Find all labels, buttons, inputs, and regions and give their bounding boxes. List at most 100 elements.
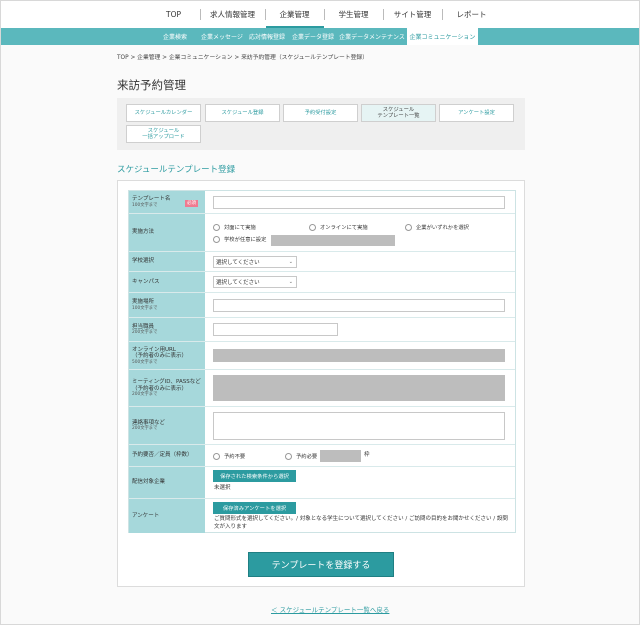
radio-dot [213, 223, 220, 231]
page-title: 来訪予約管理 [117, 78, 186, 92]
sub-nav-company-data-maintenance[interactable]: 企業データメンテナンス [337, 28, 407, 45]
label-method: 実施方法 [129, 214, 205, 251]
label-sub: 200文字まで [132, 392, 158, 397]
label-sub: 500文字まで [132, 359, 158, 365]
tab-label: スケジュール登録 [221, 110, 264, 116]
tab-schedule-template-list[interactable]: スケジュール テンプレート一覧 [361, 104, 436, 122]
form-panel: テンプレート名 100文字まで 必須 実施方法 対面にて実施 オンラインにて実施… [117, 180, 525, 587]
row-place: 実施場所 100文字まで [129, 293, 515, 318]
select-saved-survey-button[interactable]: 保存済みアンケートを選択 [213, 502, 296, 514]
tab-label: 予約受付設定 [304, 110, 337, 116]
survey-description-cont: 文が入ります [214, 524, 248, 530]
label-sub: 200文字まで [132, 426, 158, 432]
label-online-url: オンライン用URL （予約者のみに表示） 500文字まで [129, 342, 205, 369]
chevron-down-icon: ⌄ [288, 279, 293, 285]
school-setting-input[interactable] [271, 235, 395, 246]
label-sub: 200文字まで [132, 330, 158, 336]
tab-label: テンプレート一覧 [377, 113, 420, 119]
back-to-template-list-link[interactable]: ＜ スケジュールテンプレート一覧へ戻る [271, 604, 389, 614]
row-reservation: 予約要否／定員（枠数） 予約不要 予約必要 枠 [129, 445, 515, 467]
label-text: 予約要否／定員（枠数） [132, 452, 193, 459]
top-nav-jobs[interactable]: 求人情報管理 [201, 1, 265, 28]
sub-nav-company-communication[interactable]: 企業コミュニケーション [407, 28, 478, 45]
radio-label: 予約必要 [296, 454, 318, 460]
page-frame: TOP 求人情報管理 企業管理 学生管理 サイト管理 レポート 企業検索 企業メ… [0, 0, 640, 625]
top-nav-company[interactable]: 企業管理 [265, 1, 324, 28]
target-status: 未選択 [214, 485, 231, 491]
label-text: 配信対象企業 [132, 479, 166, 486]
select-value: 選択してください [216, 260, 260, 266]
school-select[interactable]: 選択してください ⌄ [213, 256, 297, 268]
label-notes: 連絡事項など 200文字まで [129, 407, 205, 444]
tab-schedule-calendar[interactable]: スケジュールカレンダー [126, 104, 201, 122]
radio-label: 企業がいずれかを選択 [416, 225, 469, 231]
radio-label: オンラインにて実施 [320, 225, 368, 231]
tab-schedule-bulk-upload[interactable]: スケジュール 一括アップロード [126, 125, 201, 143]
label-meeting: ミーティングID、PASSなど （予約者のみに表示） 200文字まで [129, 370, 205, 406]
select-saved-search-button[interactable]: 保存された検索条件から選択 [213, 470, 296, 482]
label-sub: 100文字まで [132, 305, 158, 311]
top-nav-top[interactable]: TOP [148, 1, 200, 28]
row-online-url: オンライン用URL （予約者のみに表示） 500文字まで [129, 342, 515, 370]
radio-dot [285, 452, 292, 460]
form-table: テンプレート名 100文字まで 必須 実施方法 対面にて実施 オンラインにて実施… [128, 190, 516, 533]
sub-nav-company-message[interactable]: 企業メッセージ [199, 28, 245, 45]
tab-label: 一括アップロード [142, 134, 185, 140]
staff-input[interactable] [213, 323, 338, 336]
row-school: 学校選択 選択してください ⌄ [129, 252, 515, 272]
radio-reservation-not-required[interactable]: 予約不要 [213, 452, 245, 460]
breadcrumb: TOP > 企業管理 > 企業コミュニケーション > 来訪予約管理（スケジュール… [117, 55, 369, 61]
top-nav: TOP 求人情報管理 企業管理 学生管理 サイト管理 レポート [1, 1, 639, 28]
radio-online[interactable]: オンラインにて実施 [309, 223, 368, 231]
chevron-down-icon: ⌄ [288, 259, 293, 265]
tab-label: スケジュールカレンダー [134, 110, 193, 116]
row-campus: キャンパス 選択してください ⌄ [129, 272, 515, 293]
radio-dot [309, 223, 316, 231]
label-text: 実施方法 [132, 229, 155, 236]
tabs-container: スケジュールカレンダー スケジュール登録 予約受付設定 スケジュール テンプレート… [117, 98, 525, 150]
label-staff: 担当職員 200文字まで [129, 318, 205, 341]
radio-school-setting[interactable]: 学校が任意に設定 [213, 235, 266, 243]
required-badge: 必須 [185, 200, 198, 207]
section-title: スケジュールテンプレート登録 [117, 165, 236, 175]
radio-company-choice[interactable]: 企業がいずれかを選択 [405, 223, 469, 231]
capacity-input[interactable] [320, 450, 361, 462]
top-nav-site[interactable]: サイト管理 [384, 1, 442, 28]
radio-in-person[interactable]: 対面にて実施 [213, 223, 256, 231]
template-name-input[interactable] [213, 196, 505, 209]
label-text: キャンパス [132, 278, 160, 285]
label-campus: キャンパス [129, 272, 205, 292]
tab-schedule-register[interactable]: スケジュール登録 [205, 104, 280, 122]
label-text: 学校選択 [132, 258, 155, 265]
row-survey: アンケート 保存済みアンケートを選択 ご質問形式を選択してください。/ 対象とな… [129, 499, 515, 533]
label-school: 学校選択 [129, 252, 205, 271]
label-reservation: 予約要否／定員（枠数） [129, 445, 205, 466]
sub-nav-response-register[interactable]: 応対情報登録 [245, 28, 289, 45]
sub-nav-company-data-register[interactable]: 企業データ登録 [289, 28, 337, 45]
campus-select[interactable]: 選択してください ⌄ [213, 276, 297, 288]
survey-description: ご質問形式を選択してください。/ 対象となる学生について選択してください / ご… [214, 516, 508, 522]
capacity-unit: 枠 [364, 452, 370, 458]
sub-nav-company-search[interactable]: 企業検索 [151, 28, 199, 45]
radio-dot [213, 452, 220, 460]
meeting-input[interactable] [213, 375, 505, 401]
select-value: 選択してください [216, 280, 260, 286]
radio-reservation-required[interactable]: 予約必要 [285, 452, 317, 460]
place-input[interactable] [213, 299, 505, 312]
label-survey: アンケート [129, 499, 205, 533]
tab-survey-settings[interactable]: アンケート設定 [439, 104, 514, 122]
sub-nav: 企業検索 企業メッセージ 応対情報登録 企業データ登録 企業データメンテナンス … [1, 28, 639, 45]
row-notes: 連絡事項など 200文字まで [129, 407, 515, 445]
register-template-button[interactable]: テンプレートを登録する [248, 552, 394, 577]
row-staff: 担当職員 200文字まで [129, 318, 515, 342]
label-text: アンケート [132, 512, 160, 519]
radio-dot [405, 223, 412, 231]
label-target: 配信対象企業 [129, 467, 205, 498]
tab-reservation-settings[interactable]: 予約受付設定 [283, 104, 358, 122]
online-url-input[interactable] [213, 349, 505, 362]
notes-textarea[interactable] [213, 412, 505, 440]
row-target: 配信対象企業 保存された検索条件から選択 未選択 [129, 467, 515, 499]
top-nav-report[interactable]: レポート [443, 1, 501, 28]
top-nav-students[interactable]: 学生管理 [325, 1, 383, 28]
row-method: 実施方法 対面にて実施 オンラインにて実施 企業がいずれかを選択 学校が任意に設… [129, 214, 515, 252]
